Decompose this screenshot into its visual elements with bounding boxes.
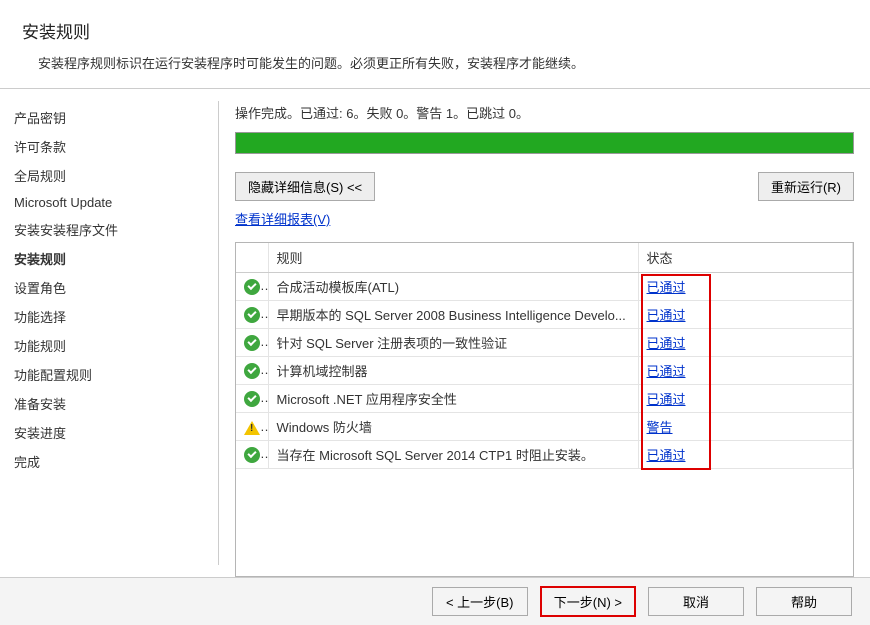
status-cell: 已通过	[638, 441, 853, 469]
rule-cell: 针对 SQL Server 注册表项的一致性验证	[268, 329, 638, 357]
back-button[interactable]: < 上一步(B)	[432, 587, 528, 616]
rule-cell: Microsoft .NET 应用程序安全性	[268, 385, 638, 413]
status-link[interactable]: 已通过	[647, 336, 686, 351]
status-link[interactable]: 已通过	[647, 308, 686, 323]
hide-details-button[interactable]: 隐藏详细信息(S) <<	[235, 172, 375, 201]
progress-bar	[235, 132, 854, 154]
sidebar-item[interactable]: 设置角色	[14, 273, 218, 302]
pass-icon-cell	[236, 385, 268, 413]
status-cell: 已通过	[638, 329, 853, 357]
status-link[interactable]: 警告	[647, 420, 673, 435]
check-icon	[244, 307, 260, 323]
check-icon	[244, 335, 260, 351]
page-title: 安装规则	[22, 18, 848, 43]
sidebar-item[interactable]: 安装规则	[14, 244, 218, 273]
status-cell: 警告	[638, 413, 853, 441]
rules-table-container: 规则 状态 合成活动模板库(ATL)已通过早期版本的 SQL Server 20…	[235, 242, 854, 577]
status-link[interactable]: 已通过	[647, 364, 686, 379]
col-status-header: 状态	[638, 243, 853, 273]
header: 安装规则 安装程序规则标识在运行安装程序时可能发生的问题。必须更正所有失败，安装…	[0, 0, 870, 89]
table-row: 计算机域控制器已通过	[236, 357, 853, 385]
status-link[interactable]: 已通过	[647, 280, 686, 295]
status-cell: 已通过	[638, 273, 853, 301]
col-icon-header	[236, 243, 268, 273]
table-row: Windows 防火墙警告	[236, 413, 853, 441]
check-icon	[244, 391, 260, 407]
rule-cell: 合成活动模板库(ATL)	[268, 273, 638, 301]
cancel-button[interactable]: 取消	[648, 587, 744, 616]
sidebar-item[interactable]: 安装安装程序文件	[14, 215, 218, 244]
rerun-button[interactable]: 重新运行(R)	[758, 172, 854, 201]
sidebar-item[interactable]: 完成	[14, 447, 218, 476]
table-row: 早期版本的 SQL Server 2008 Business Intellige…	[236, 301, 853, 329]
sidebar-item[interactable]: Microsoft Update	[14, 190, 218, 215]
warning-icon	[244, 421, 260, 435]
rules-table: 规则 状态 合成活动模板库(ATL)已通过早期版本的 SQL Server 20…	[236, 243, 853, 469]
help-button[interactable]: 帮助	[756, 587, 852, 616]
sidebar-item[interactable]: 安装进度	[14, 418, 218, 447]
body: 产品密钥许可条款全局规则Microsoft Update安装安装程序文件安装规则…	[0, 89, 870, 577]
footer: < 上一步(B) 下一步(N) > 取消 帮助	[0, 577, 870, 625]
pass-icon-cell	[236, 329, 268, 357]
operation-status-text: 操作完成。已通过: 6。失败 0。警告 1。已跳过 0。	[235, 103, 854, 122]
status-cell: 已通过	[638, 301, 853, 329]
status-cell: 已通过	[638, 357, 853, 385]
sidebar-item[interactable]: 功能规则	[14, 331, 218, 360]
status-cell: 已通过	[638, 385, 853, 413]
view-report-link[interactable]: 查看详细报表(V)	[235, 209, 854, 228]
check-icon	[244, 447, 260, 463]
rule-cell: 当存在 Microsoft SQL Server 2014 CTP1 时阻止安装…	[268, 441, 638, 469]
pass-icon-cell	[236, 357, 268, 385]
toolbar: 隐藏详细信息(S) << 重新运行(R)	[235, 172, 854, 201]
sidebar-item[interactable]: 产品密钥	[14, 103, 218, 132]
next-button[interactable]: 下一步(N) >	[540, 586, 636, 617]
sidebar-item[interactable]: 准备安装	[14, 389, 218, 418]
pass-icon-cell	[236, 301, 268, 329]
rule-cell: Windows 防火墙	[268, 413, 638, 441]
table-row: 针对 SQL Server 注册表项的一致性验证已通过	[236, 329, 853, 357]
check-icon	[244, 363, 260, 379]
table-row: Microsoft .NET 应用程序安全性已通过	[236, 385, 853, 413]
sidebar: 产品密钥许可条款全局规则Microsoft Update安装安装程序文件安装规则…	[0, 89, 218, 577]
sidebar-item[interactable]: 全局规则	[14, 161, 218, 190]
rule-cell: 计算机域控制器	[268, 357, 638, 385]
warning-icon-cell	[236, 413, 268, 441]
col-rule-header: 规则	[268, 243, 638, 273]
page-subtitle: 安装程序规则标识在运行安装程序时可能发生的问题。必须更正所有失败，安装程序才能继…	[22, 53, 848, 72]
sidebar-item[interactable]: 功能配置规则	[14, 360, 218, 389]
pass-icon-cell	[236, 441, 268, 469]
table-row: 合成活动模板库(ATL) 已通过	[236, 273, 853, 301]
main-panel: 操作完成。已通过: 6。失败 0。警告 1。已跳过 0。 隐藏详细信息(S) <…	[219, 89, 870, 577]
sidebar-item[interactable]: 许可条款	[14, 132, 218, 161]
check-icon	[244, 279, 260, 295]
rule-cell: 早期版本的 SQL Server 2008 Business Intellige…	[268, 301, 638, 329]
sidebar-item[interactable]: 功能选择	[14, 302, 218, 331]
table-row: 当存在 Microsoft SQL Server 2014 CTP1 时阻止安装…	[236, 441, 853, 469]
status-link[interactable]: 已通过	[647, 448, 686, 463]
status-link[interactable]: 已通过	[647, 392, 686, 407]
pass-icon-cell	[236, 273, 268, 301]
